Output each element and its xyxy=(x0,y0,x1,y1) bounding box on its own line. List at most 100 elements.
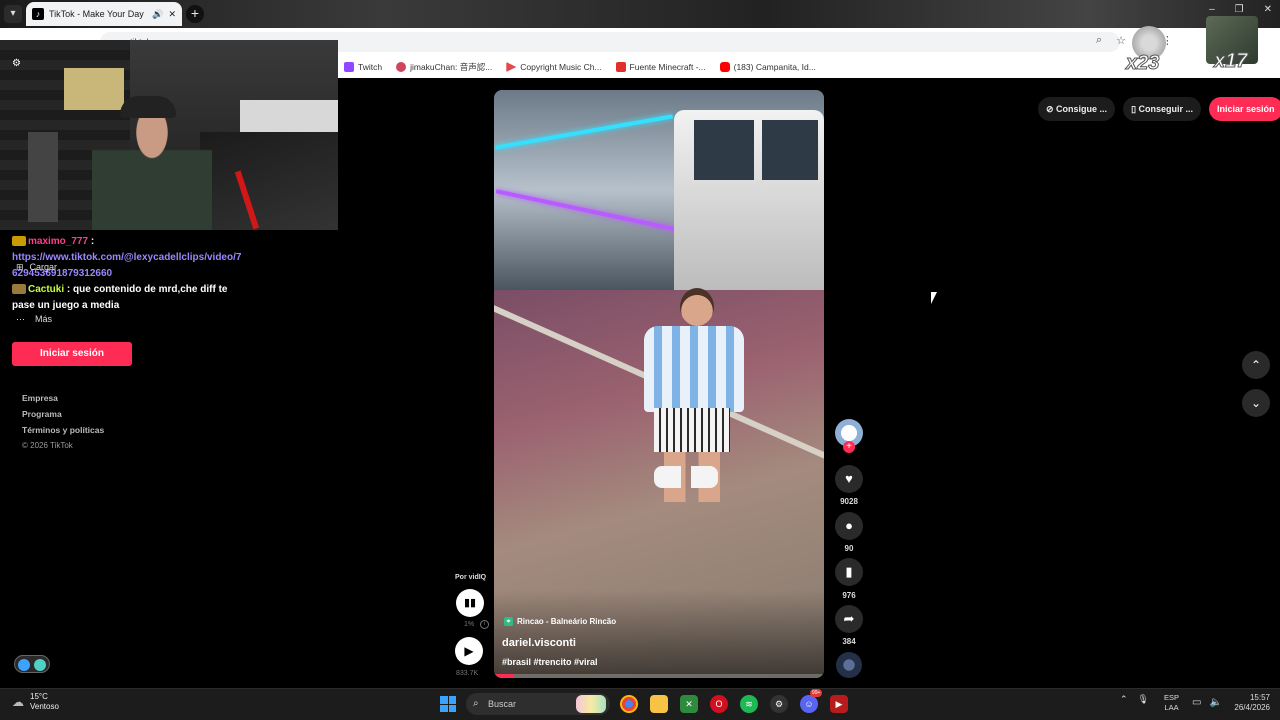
get-app-button[interactable]: ▯ Conseguir ... xyxy=(1123,97,1202,121)
footer-link-empresa[interactable]: Empresa xyxy=(22,390,104,406)
share-icon: ➦ xyxy=(843,611,855,626)
sidebar-login-button[interactable]: Iniciar sesión xyxy=(12,342,132,366)
comment-icon: ● xyxy=(845,518,853,533)
previous-video-button[interactable]: ⌃ xyxy=(1242,351,1270,379)
save-button[interactable]: ▮ xyxy=(835,558,863,586)
video-boy-head xyxy=(680,288,714,326)
toggle-knob-icon xyxy=(34,659,46,671)
chat-username: maximo_777 xyxy=(28,236,89,247)
chat-badge-icon xyxy=(12,284,26,295)
wind-icon: ☁ xyxy=(12,695,24,709)
new-tab-button[interactable]: + xyxy=(186,5,204,23)
bookmark-copyright-music[interactable]: Copyright Music Ch... xyxy=(506,62,602,72)
browser-tab[interactable]: ♪ TikTok - Make Your Day 🔊 ✕ xyxy=(26,2,182,26)
follow-plus-icon[interactable]: + xyxy=(843,441,855,453)
info-icon[interactable]: i xyxy=(480,620,489,629)
youtube-icon xyxy=(719,62,730,72)
footer-link-programa[interactable]: Programa xyxy=(22,406,104,422)
bookmark-jimaku[interactable]: jimakuChan: 音声認... xyxy=(396,61,492,73)
music-disc-icon[interactable] xyxy=(836,652,862,678)
language-indicator[interactable]: ESP LAA xyxy=(1164,693,1179,713)
system-tray: ⌃ 🎙 xyxy=(1120,694,1149,705)
font-icon xyxy=(615,62,626,72)
streamer xyxy=(92,100,212,230)
heart-icon: ♥ xyxy=(845,471,853,486)
star-icon[interactable]: ☆ xyxy=(1116,34,1126,47)
bookmark-campanita[interactable]: (183) Campanita, Id... xyxy=(719,62,816,72)
status-icons: ▭ 🔈 xyxy=(1192,697,1222,708)
chat-username: Cactuki xyxy=(28,284,65,295)
comment-button[interactable]: ● xyxy=(835,512,863,540)
video-hashtags[interactable]: #brasil #trencito #viral xyxy=(502,657,598,667)
bookmark-fuente-minecraft[interactable]: Fuente Minecraft -... xyxy=(615,62,706,72)
sidebar-item-label: Más xyxy=(35,314,53,324)
weather-condition: Ventoso xyxy=(30,702,59,711)
sidebar-item-cargar[interactable]: ⊞ Cargar xyxy=(16,262,57,273)
webcam-chair xyxy=(200,132,338,230)
tab-title: TikTok - Make Your Day xyxy=(49,9,144,19)
location-label: Rincao - Balneário Rincão xyxy=(517,617,617,626)
sidebar-item-mas[interactable]: ⋯ Más xyxy=(16,314,52,325)
microphone-icon[interactable]: 🎙 xyxy=(1138,694,1149,705)
extension-toggle[interactable] xyxy=(14,655,50,673)
upload-icon: ⊞ xyxy=(16,262,24,272)
opera-icon[interactable]: O xyxy=(710,695,728,713)
video-boy-shirt xyxy=(644,326,744,412)
steam-icon[interactable]: ⚙ xyxy=(770,695,788,713)
next-video-button[interactable]: ⌄ xyxy=(1242,389,1270,417)
file-explorer-icon[interactable] xyxy=(650,695,668,713)
video-author[interactable]: dariel.visconti xyxy=(502,637,576,649)
webcam-overlay: ⚙ xyxy=(0,40,338,230)
chevron-up-icon: ⌃ xyxy=(1250,358,1262,372)
speaker-icon[interactable]: 🔊 xyxy=(152,9,163,20)
like-button[interactable]: ♥ xyxy=(835,465,863,493)
comment-count: 90 xyxy=(844,544,854,553)
close-tab-icon[interactable]: ✕ xyxy=(168,9,176,20)
video-progress-fill xyxy=(494,674,514,678)
tab-search-button[interactable]: ▾ xyxy=(4,5,22,23)
video-boy-shoes xyxy=(654,466,718,488)
video-location[interactable]: ⌖ Rincao - Balneário Rincão xyxy=(504,617,616,626)
vidiq-stats-button[interactable]: ▮▮ xyxy=(456,589,484,617)
window-controls: – ❐ ✕ xyxy=(1209,4,1272,15)
taskbar-clock[interactable]: 15:57 26/4/2026 xyxy=(1226,693,1270,713)
sticker-cat: x23 xyxy=(1126,26,1168,82)
header-login-button[interactable]: Iniciar sesión xyxy=(1209,97,1280,121)
streaming-app-icon[interactable]: ▶ xyxy=(830,695,848,713)
play-button[interactable]: ▶ xyxy=(455,637,483,665)
minimize-icon[interactable]: – xyxy=(1209,4,1215,15)
spotify-icon[interactable]: ≋ xyxy=(740,695,758,713)
windows-start-icon[interactable] xyxy=(440,696,456,712)
sticker-count: x23 xyxy=(1126,52,1160,75)
bookmark-icon: ▮ xyxy=(845,564,853,579)
monitor-icon[interactable]: ▭ xyxy=(1192,697,1201,708)
maximize-icon[interactable]: ❐ xyxy=(1235,4,1244,15)
chevron-up-icon[interactable]: ⌃ xyxy=(1120,694,1128,705)
footer-copyright: © 2026 TikTok xyxy=(22,441,73,450)
video-progress-track[interactable] xyxy=(494,674,824,678)
weather-widget[interactable]: ☁ 15°C Ventoso xyxy=(12,692,59,712)
zoom-icon[interactable]: ⌕ xyxy=(1096,34,1102,47)
close-window-icon[interactable]: ✕ xyxy=(1264,4,1272,15)
discord-icon[interactable]: ☺ 99+ xyxy=(800,689,823,713)
minecraft-launcher-icon[interactable]: ✕ xyxy=(680,695,698,713)
bar-chart-icon: ▮▮ xyxy=(463,597,477,609)
copyright-icon xyxy=(506,62,517,72)
time: 15:57 xyxy=(1249,693,1270,702)
bookmark-twitch[interactable]: Twitch xyxy=(344,62,382,72)
save-count: 976 xyxy=(842,591,856,600)
sticker-frog: x17 xyxy=(1206,16,1262,82)
volume-icon[interactable]: 🔈 xyxy=(1209,697,1221,708)
footer-link-terminos[interactable]: Términos y políticas xyxy=(22,422,104,438)
chevron-down-icon: ⌄ xyxy=(1250,396,1262,410)
sidebar-footer: Empresa Programa Términos y políticas © … xyxy=(22,390,104,454)
video-truck-window xyxy=(694,120,754,180)
discord-badge: 99+ xyxy=(810,689,823,697)
video-player[interactable] xyxy=(494,90,824,678)
share-button[interactable]: ➦ xyxy=(835,605,863,633)
chrome-icon[interactable] xyxy=(620,695,638,713)
vidiq-percent: 1% xyxy=(464,621,475,628)
vidiq-label: Por vidIQ xyxy=(455,574,487,581)
get-coins-button[interactable]: ⊘ Consigue ... xyxy=(1038,97,1116,121)
location-pin-icon: ⌖ xyxy=(504,617,513,626)
